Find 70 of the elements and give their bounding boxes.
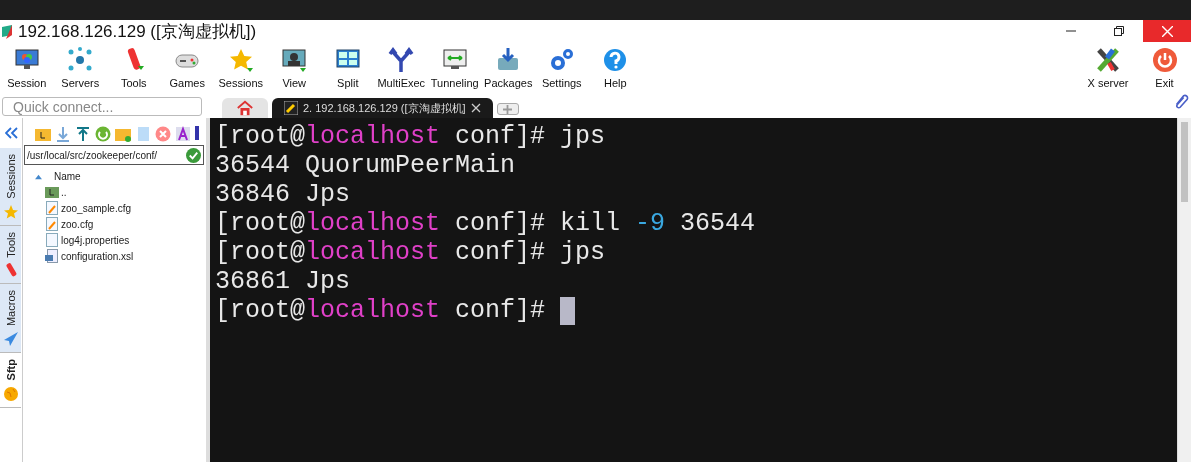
toolbar-button[interactable]: Split bbox=[321, 42, 375, 89]
file-icon bbox=[45, 233, 59, 247]
house-icon bbox=[236, 99, 254, 117]
refresh-icon bbox=[95, 126, 111, 142]
x-icon bbox=[1094, 46, 1122, 74]
close-icon bbox=[470, 103, 481, 113]
power-icon bbox=[1150, 46, 1179, 74]
tab-label: 2. 192.168.126.129 ([京淘虚拟机] bbox=[303, 100, 466, 116]
check-icon bbox=[186, 147, 201, 163]
toolbar-button[interactable]: Tunneling bbox=[428, 42, 482, 89]
terminal-line: [root@localhost conf]# jps bbox=[215, 238, 606, 267]
folder-icon bbox=[35, 126, 51, 142]
new-folder-icon bbox=[115, 126, 131, 142]
star-icon bbox=[3, 204, 18, 219]
text-icon bbox=[175, 126, 191, 142]
close-icon bbox=[1161, 25, 1173, 37]
terminal-line: [root@localhost conf]# jps bbox=[215, 122, 606, 151]
edit-file-icon bbox=[45, 201, 59, 215]
bar-icon bbox=[195, 126, 199, 140]
toolbar-button[interactable]: Servers bbox=[53, 42, 107, 89]
edit-file-icon bbox=[45, 217, 59, 231]
home-tab[interactable] bbox=[222, 98, 268, 118]
file-name[interactable]: zoo.cfg bbox=[61, 218, 94, 230]
side-tab[interactable]: Sessions bbox=[0, 148, 21, 226]
plus-icon bbox=[503, 104, 513, 114]
toolbar-button[interactable]: View bbox=[267, 42, 321, 89]
toolbar-button[interactable]: Sessions bbox=[214, 42, 268, 89]
terminal-line: [root@localhost conf]# bbox=[215, 296, 547, 325]
side-tab[interactable]: Tools bbox=[0, 225, 21, 285]
toolbar-button[interactable]: Tools bbox=[107, 42, 161, 89]
side-tab[interactable]: Macros bbox=[0, 284, 21, 354]
path-field[interactable]: /usr/local/src/zookeeper/conf/ bbox=[24, 145, 204, 165]
terminal[interactable]: [root@localhost conf]# jps 36544 QuorumPeerMain 36846 Jps [root@localhost conf]# kill -9 36544 [root@localhost conf]# jps 36861 Jps [root@localhost conf]# bbox=[210, 118, 1177, 462]
sort-up-icon bbox=[35, 173, 42, 180]
folder-icon bbox=[45, 185, 59, 199]
xsl-file-icon bbox=[45, 249, 59, 263]
paper-plane-icon bbox=[3, 332, 18, 347]
restore-icon bbox=[1114, 26, 1124, 36]
collapse-icon bbox=[4, 127, 18, 139]
toolbar-button[interactable]: Games bbox=[160, 42, 214, 89]
delete-icon bbox=[155, 126, 171, 142]
monitor-icon bbox=[280, 46, 309, 74]
quick-connect-field[interactable]: Quick connect... bbox=[2, 97, 202, 116]
fork-icon bbox=[387, 46, 416, 74]
toolbar-button[interactable]: Settings bbox=[535, 42, 589, 89]
paperclip-icon bbox=[1173, 92, 1189, 110]
toolbar-button[interactable]: Session bbox=[0, 42, 54, 89]
upload-icon bbox=[75, 126, 91, 142]
file-name[interactable]: log4j.properties bbox=[61, 234, 130, 246]
terminal-line: 36861 Jps bbox=[215, 267, 351, 296]
terminal-line: 36846 Jps bbox=[215, 180, 351, 209]
file-name[interactable]: .. bbox=[61, 186, 67, 198]
new-file-icon bbox=[135, 126, 151, 142]
new-tab-button[interactable] bbox=[496, 103, 519, 115]
terminal-line: 36544 QuorumPeerMain bbox=[215, 151, 516, 180]
terminal-line: [root@localhost conf]# kill -9 36544 bbox=[215, 209, 756, 238]
file-name[interactable]: zoo_sample.cfg bbox=[61, 202, 132, 214]
scrollbar[interactable] bbox=[1177, 118, 1191, 462]
session-tab[interactable]: 2. 192.168.126.129 ([京淘虚拟机] bbox=[272, 98, 493, 118]
wrench-icon bbox=[284, 101, 298, 115]
download-icon bbox=[55, 126, 71, 142]
app-icon bbox=[0, 23, 14, 39]
toolbar-button[interactable]: Exit bbox=[1138, 42, 1191, 89]
toolbar-button[interactable]: MultiExec bbox=[374, 42, 428, 89]
window-title: 192.168.126.129 ([京淘虚拟机]) bbox=[18, 20, 258, 43]
file-name[interactable]: configuration.xsl bbox=[61, 250, 134, 262]
toolbar-button[interactable]: Packages bbox=[481, 42, 535, 89]
toolbar-button[interactable]: Help bbox=[588, 42, 642, 89]
toolbar-button[interactable]: X server bbox=[1078, 42, 1138, 89]
column-header[interactable]: Name bbox=[54, 171, 81, 182]
